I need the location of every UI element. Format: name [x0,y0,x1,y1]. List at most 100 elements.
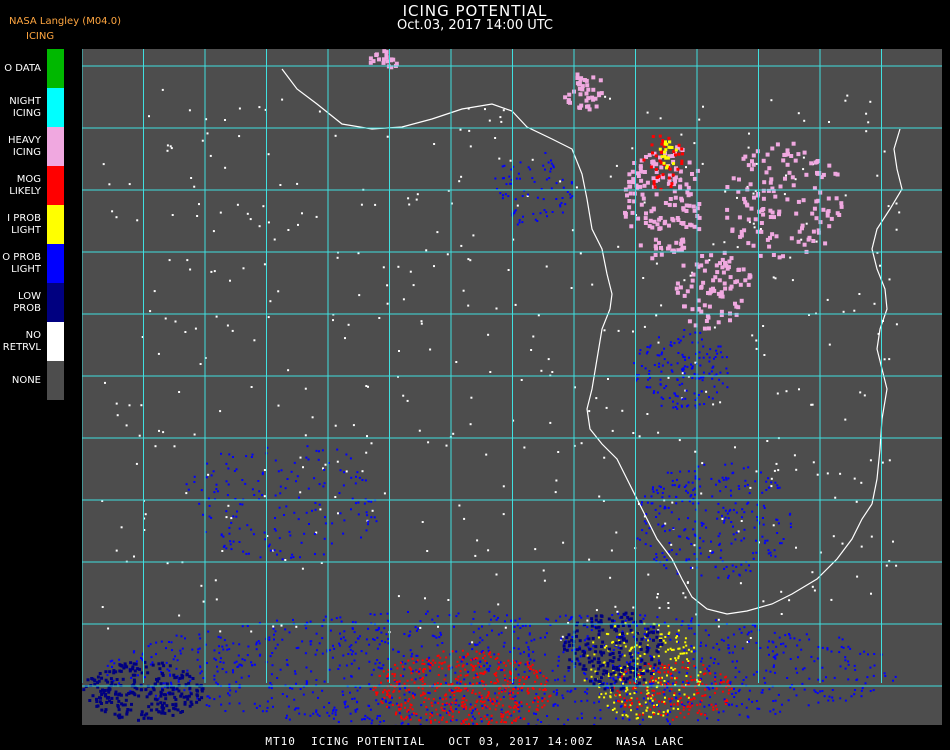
icing-pixel [586,654,589,657]
icing-pixel [513,688,515,690]
icing-pixel [692,658,695,661]
icing-pixel [533,672,536,675]
icing-pixel [844,699,847,702]
icing-pixel [657,671,660,673]
icing-pixel [363,502,366,505]
icing-pixel [884,675,887,677]
icing-pixel [668,542,671,544]
icing-pixel [782,642,785,645]
icing-pixel [225,644,228,647]
icing-pixel [530,349,533,351]
icing-pixel [268,638,271,641]
icing-pixel [861,687,864,690]
icing-pixel [471,689,474,692]
icing-pixel [339,632,341,635]
icing-pixel [168,669,171,672]
icing-pixel [636,662,639,665]
icing-pixel [277,470,280,473]
icing-pixel [273,638,275,641]
icing-pixel [774,654,777,657]
icing-pixel [656,692,659,695]
icing-pixel [724,676,726,679]
icing-pixel [806,237,811,242]
icing-pixel [419,626,422,629]
icing-pixel [468,713,470,716]
icing-pixel [671,697,673,700]
icing-pixel [365,638,368,641]
icing-pixel [770,554,772,557]
icing-pixel [777,469,780,472]
icing-pixel [731,660,734,663]
icing-pixel [509,681,512,684]
icing-pixel [870,535,873,538]
icing-pixel [745,187,750,192]
icing-pixel [639,723,642,725]
icing-pixel [883,358,886,361]
icing-pixel [609,175,612,178]
icing-pixel [585,83,590,88]
icing-pixel [397,704,400,707]
icing-pixel [295,480,297,483]
icing-pixel [521,686,524,689]
icing-pixel [705,526,708,529]
icing-pixel [562,651,565,654]
icing-pixel [565,636,569,640]
icing-pixel [467,670,470,673]
icing-pixel [586,87,591,92]
icing-pixel [627,199,632,203]
icing-pixel [358,294,361,297]
icing-pixel [429,669,432,672]
icing-pixel [679,470,682,473]
icing-pixel [752,673,755,676]
icing-pixel [681,221,686,226]
icing-pixel [354,652,357,655]
icing-pixel [816,657,819,660]
icing-pixel [515,177,518,180]
icing-pixel [527,655,530,658]
icing-pixel [652,673,655,675]
icing-pixel [691,377,694,379]
icing-pixel [685,644,688,647]
icing-pixel [577,86,582,91]
icing-pixel [137,674,139,677]
icing-pixel [318,642,321,645]
icing-pixel [775,142,780,147]
legend-item: NO RETRVL [0,322,65,361]
legend-item: NONE [0,361,65,400]
icing-pixel [217,635,220,638]
icing-pixel [250,630,253,633]
icing-pixel [381,60,386,65]
icing-pixel [649,625,652,628]
icing-pixel [636,657,639,660]
icing-pixel [481,639,484,642]
icing-pixel [400,722,403,725]
icing-pixel [693,650,695,653]
legend-label: NIGHT ICING [9,95,41,119]
icing-pixel [687,160,692,165]
icing-pixel [263,263,266,266]
icing-pixel [671,718,674,721]
icing-pixel [618,700,621,703]
icing-pixel [652,219,657,224]
icing-pixel [537,700,539,703]
icing-pixel [469,145,472,148]
icing-pixel [796,644,799,647]
icing-pixel [883,150,886,153]
icing-pixel [527,722,530,725]
icing-pixel [678,169,683,174]
icing-pixel [402,394,405,397]
icing-pixel [435,686,438,689]
icing-pixel [672,682,674,685]
icing-pixel [576,648,579,652]
icing-pixel [746,217,751,222]
icing-pixel [291,553,294,556]
icing-pixel [190,702,194,706]
icing-pixel [198,203,200,206]
icing-pixel [777,212,781,217]
icing-pixel [258,704,261,707]
icing-pixel [273,238,276,241]
icing-pixel [118,658,121,661]
icing-pixel [671,501,674,504]
icing-pixel [755,670,758,673]
icing-pixel [628,191,633,196]
